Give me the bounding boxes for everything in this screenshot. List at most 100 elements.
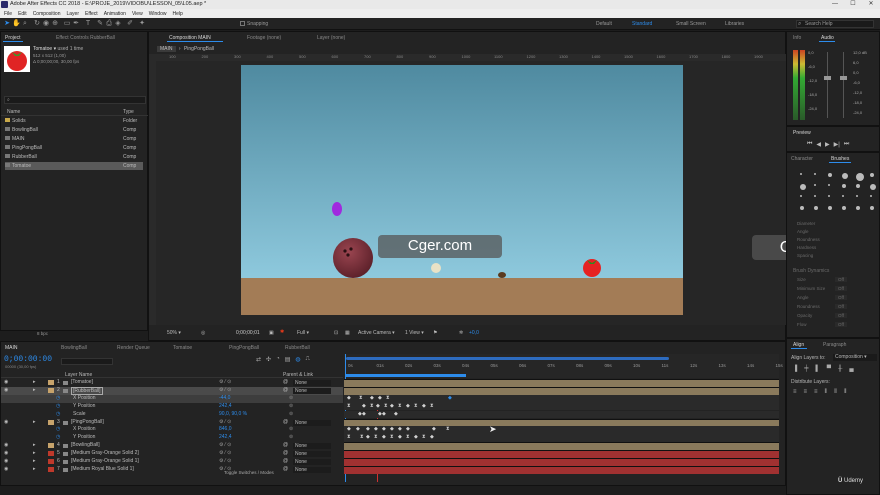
timeline-track[interactable]: [344, 394, 779, 403]
stopwatch-icon[interactable]: ◷: [56, 395, 60, 403]
timeline-tab-render-queue[interactable]: Render Queue: [117, 345, 150, 351]
snapping-toggle[interactable]: Snapping: [240, 20, 268, 28]
visibility-eye-icon[interactable]: ◉: [4, 450, 8, 458]
property-value[interactable]: -44,0: [219, 395, 230, 403]
tab-footage[interactable]: Footage (none): [247, 35, 281, 41]
views-dropdown[interactable]: 1 View ▾: [405, 330, 424, 336]
puppet-pin-tool-icon[interactable]: ✦: [138, 20, 146, 28]
keyframe-marker[interactable]: ◆: [394, 411, 398, 418]
next-frame-icon[interactable]: ▶|: [834, 141, 840, 148]
expand-twirl-icon[interactable]: ▸: [33, 466, 36, 474]
brush-tip[interactable]: [828, 173, 832, 177]
layer-switches-icons[interactable]: ⚙ ⁄ ⊙: [219, 419, 231, 427]
distribute-right-icon[interactable]: ⦀: [844, 389, 847, 396]
brush-tool-icon[interactable]: ✎: [96, 20, 104, 28]
keyframe-marker[interactable]: ◆: [390, 426, 394, 433]
keyframe-marker[interactable]: ◆: [406, 403, 410, 410]
expand-twirl-icon[interactable]: ▸: [33, 458, 36, 466]
align-left-icon[interactable]: ▐: [793, 366, 797, 372]
dynamics-field-value[interactable]: Off: [835, 286, 847, 291]
brush-tip[interactable]: [800, 173, 802, 175]
timeline-tab-main[interactable]: MAIN: [5, 345, 18, 351]
brush-tip[interactable]: [842, 195, 844, 197]
brush-tip[interactable]: [800, 195, 802, 197]
visibility-eye-icon[interactable]: ◉: [4, 442, 8, 450]
tab-character[interactable]: Character: [791, 156, 813, 162]
draft-3d-icon[interactable]: ✣: [266, 356, 271, 363]
type-tool-icon[interactable]: T: [84, 20, 92, 28]
pickwhip-icon[interactable]: @: [283, 379, 288, 387]
dynamics-field-value[interactable]: Off: [835, 295, 847, 300]
keyframe-marker[interactable]: ⧗: [430, 403, 434, 410]
keyframe-marker[interactable]: ◆: [366, 434, 370, 441]
brush-tip[interactable]: [800, 206, 804, 210]
prev-frame-icon[interactable]: ◀: [816, 141, 821, 148]
brush-tip[interactable]: [856, 184, 860, 188]
expand-twirl-icon[interactable]: ▸: [33, 379, 36, 387]
dynamics-field-value[interactable]: Off: [835, 277, 847, 282]
tab-paragraph[interactable]: Paragraph: [823, 342, 846, 348]
parent-dropdown[interactable]: None: [293, 459, 331, 465]
keyframe-marker[interactable]: ⧗: [347, 434, 351, 441]
snapping-checkbox[interactable]: [240, 21, 245, 27]
time-ruler[interactable]: 0s 01s 02s 03s 04s 05s 06s 07s 08s 09s 10s 11s 12s 13…: [344, 354, 783, 378]
play-icon[interactable]: ▶: [825, 141, 830, 148]
keyframe-marker[interactable]: ◆: [356, 426, 360, 433]
timeline-tab-tomatoe[interactable]: Tomatoe: [173, 345, 192, 351]
menu-view[interactable]: View: [132, 11, 143, 17]
label-color-swatch[interactable]: [48, 459, 54, 464]
keyframe-marker[interactable]: ◆: [362, 403, 366, 410]
timeline-timecode[interactable]: 0;00:00:00: [4, 355, 52, 364]
timeline-layer-row[interactable]: ◉ ▸ 3 [PingPongBall] ⚙ ⁄ ⊙ None @: [1, 419, 343, 427]
pickwhip-icon[interactable]: @: [283, 466, 288, 474]
property-value[interactable]: 242,4: [219, 434, 232, 442]
keyframe-marker[interactable]: ◆: [432, 426, 436, 433]
brush-tip[interactable]: [870, 173, 874, 177]
rectangle-tool-icon[interactable]: ▭: [63, 20, 71, 28]
expand-twirl-icon[interactable]: ▸: [33, 387, 36, 395]
timeline-track[interactable]: [344, 418, 779, 427]
brush-tip[interactable]: [842, 206, 846, 210]
motion-blur-icon[interactable]: ◍: [295, 356, 300, 363]
workspace-standard[interactable]: Standard: [632, 20, 652, 28]
label-color-swatch[interactable]: [48, 451, 54, 457]
keyframe-marker[interactable]: ◆: [414, 434, 418, 441]
timeline-property-row[interactable]: ◷ Y Position 242,4 ⊚: [1, 403, 343, 411]
keyframe-marker[interactable]: ◆: [347, 426, 351, 433]
project-item-bowlingball[interactable]: BowlingBall Comp: [5, 126, 143, 134]
timeline-track[interactable]: [344, 386, 779, 395]
pickwhip-icon[interactable]: @: [283, 458, 288, 466]
brush-tip[interactable]: [842, 184, 846, 188]
resolution-dropdown[interactable]: Full ▾: [297, 330, 309, 336]
menu-composition[interactable]: Composition: [33, 11, 61, 17]
tab-effect-controls[interactable]: Effect Controls RubberBall: [56, 35, 115, 41]
breadcrumb-main[interactable]: MAIN: [157, 46, 176, 52]
workspace-libraries[interactable]: Libraries: [725, 20, 744, 28]
region-of-interest-icon[interactable]: ⊡: [334, 330, 338, 336]
parent-dropdown[interactable]: None: [293, 387, 331, 394]
align-target-dropdown[interactable]: Composition ▾: [833, 354, 877, 361]
brush-tip[interactable]: [814, 173, 816, 175]
brush-tip[interactable]: [870, 195, 872, 197]
timeline-track[interactable]: [344, 465, 779, 474]
keyframe-marker[interactable]: ⧗: [384, 403, 388, 410]
tab-info[interactable]: Info: [793, 35, 801, 41]
menu-window[interactable]: Window: [149, 11, 167, 17]
keyframe-marker[interactable]: ◆: [376, 403, 380, 410]
timeline-tab-rubberball[interactable]: RubberBall: [285, 345, 310, 351]
brush-tip[interactable]: [870, 184, 876, 190]
parent-dropdown[interactable]: None: [293, 451, 331, 458]
keyframe-marker[interactable]: ⧗: [406, 434, 410, 441]
layer-name[interactable]: [RubberBall]: [71, 386, 103, 395]
keyframe-marker[interactable]: ◆: [374, 426, 378, 433]
expand-twirl-icon[interactable]: ▸: [33, 442, 36, 450]
layer-name[interactable]: [PingPongBall]: [71, 419, 104, 427]
parent-dropdown[interactable]: None: [293, 380, 331, 386]
work-area-bar[interactable]: [346, 357, 669, 360]
keyframe-marker[interactable]: ◆: [422, 403, 426, 410]
property-value[interactable]: 242,4: [219, 403, 232, 411]
keyframe-marker[interactable]: ⧗: [359, 395, 363, 402]
graph-icon[interactable]: ⊚: [289, 403, 293, 411]
show-snapshot-icon[interactable]: ▣: [269, 330, 274, 336]
timeline-track[interactable]: [344, 450, 779, 458]
